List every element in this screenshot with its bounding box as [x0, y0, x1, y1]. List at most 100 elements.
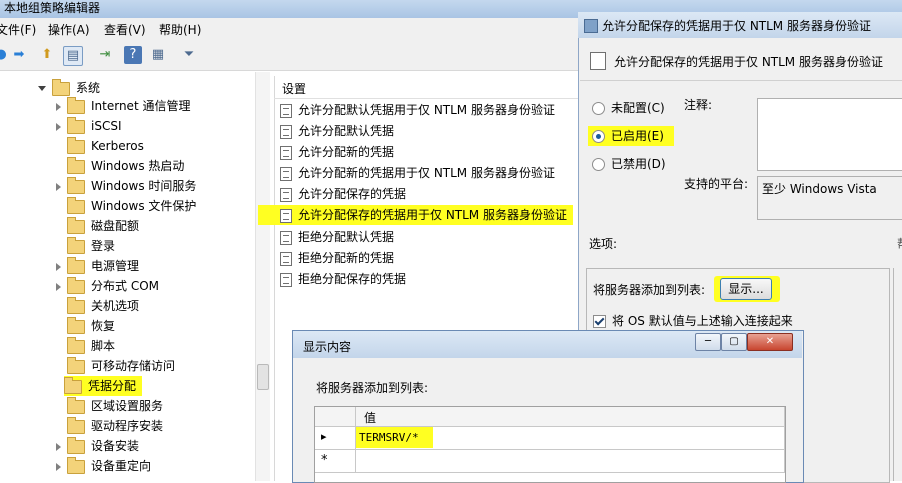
menu-view[interactable]: 查看(V)	[104, 21, 146, 38]
tree-scrollbar-thumb[interactable]	[257, 364, 269, 390]
folder-icon	[67, 396, 85, 414]
folder-icon	[52, 78, 70, 96]
settings-column-header[interactable]: 设置	[274, 76, 579, 99]
expand-arrow-icon[interactable]	[56, 262, 61, 271]
menu-action[interactable]: 操作(A)	[48, 21, 90, 38]
help-icon[interactable]: ?	[124, 46, 142, 64]
supported-platform-box: 至少 Windows Vista	[757, 176, 902, 220]
tree-item-internet-communication[interactable]: Internet 通信管理	[56, 96, 190, 116]
row-selector[interactable]: *	[315, 450, 356, 473]
tree-item-device-installation[interactable]: 设备安装	[56, 436, 139, 456]
tree-item-scripts[interactable]: 脚本	[56, 336, 115, 356]
policy-setting-icon	[280, 187, 292, 202]
value-cell[interactable]: TERMSRV/*	[356, 427, 785, 450]
settings-header-label: 设置	[282, 82, 307, 96]
tree-item-device-redirection[interactable]: 设备重定向	[56, 456, 151, 476]
folder-icon	[67, 336, 85, 354]
folder-icon	[67, 176, 85, 194]
radio-enabled[interactable]: 已启用(E)	[588, 126, 674, 146]
tree-item-disk-quota[interactable]: 磁盘配额	[56, 216, 139, 236]
properties-icon[interactable]: ▦	[149, 46, 167, 64]
comment-label: 注释:	[684, 98, 713, 112]
up-folder-icon[interactable]: ⬆	[38, 46, 56, 64]
help-label-clipped: 帮	[897, 235, 902, 252]
expand-arrow-icon[interactable]	[56, 122, 61, 131]
export-list-icon[interactable]: ⇥	[96, 46, 114, 64]
help-panel-clipped	[893, 268, 902, 481]
folder-icon	[67, 436, 85, 454]
tree-item-shutdown-options[interactable]: 关机选项	[56, 296, 139, 316]
folder-icon	[67, 96, 85, 114]
setting-item[interactable]: 允许分配保存的凭据	[280, 184, 406, 204]
collapse-arrow-icon[interactable]	[38, 86, 46, 91]
expand-arrow-icon[interactable]	[56, 102, 61, 111]
setting-item[interactable]: 拒绝分配保存的凭据	[280, 269, 406, 289]
setting-item[interactable]: 允许分配新的凭据用于仅 NTLM 服务器身份验证	[280, 163, 555, 183]
filter-icon[interactable]: ⏷	[180, 46, 198, 64]
policy-setting-icon	[280, 272, 292, 287]
close-button[interactable]: ✕	[747, 333, 793, 351]
setting-item[interactable]: 允许分配默认凭据	[280, 121, 394, 141]
checkbox-checked-icon	[593, 315, 606, 328]
tree-item-iscsi[interactable]: iSCSI	[56, 116, 122, 136]
comment-textarea[interactable]	[757, 98, 902, 171]
policy-dialog-title: 允许分配保存的凭据用于仅 NTLM 服务器身份验证	[602, 19, 871, 33]
tree-item-system[interactable]: 系统	[38, 78, 100, 98]
expand-arrow-icon[interactable]	[56, 182, 61, 191]
current-row-arrow-icon: ▸	[321, 430, 327, 443]
setting-item[interactable]: 拒绝分配新的凭据	[280, 248, 394, 268]
radio-disabled[interactable]: 已禁用(D)	[592, 156, 666, 172]
show-contents-title-bar[interactable]: 显示内容 ─ ▢ ✕	[293, 331, 802, 358]
folder-icon	[67, 316, 85, 334]
tree-scrollbar[interactable]	[255, 72, 270, 481]
new-row-asterisk-icon: *	[321, 453, 328, 468]
value-column-header[interactable]: 值	[356, 407, 785, 427]
folder-icon	[67, 116, 85, 134]
show-hide-tree-icon[interactable]: ▤	[63, 46, 83, 66]
menu-help[interactable]: 帮助(H)	[159, 21, 201, 38]
tree-item-power-management[interactable]: 电源管理	[56, 256, 139, 276]
folder-icon	[67, 356, 85, 374]
tree-item-credentials-delegation[interactable]: 凭据分配	[64, 376, 143, 396]
folder-icon	[67, 456, 85, 474]
concat-os-defaults-checkbox[interactable]: 将 OS 默认值与上述输入连接起来	[593, 312, 793, 329]
server-list-grid[interactable]: 值 ▸ TERMSRV/* *	[314, 406, 786, 483]
minimize-button[interactable]: ─	[695, 333, 721, 351]
tree-item-distributed-com[interactable]: 分布式 COM	[56, 276, 159, 296]
policy-setting-icon	[280, 145, 292, 160]
setting-item[interactable]: 允许分配默认凭据用于仅 NTLM 服务器身份验证	[280, 100, 555, 120]
folder-icon	[67, 236, 85, 254]
add-servers-label: 将服务器添加到列表:	[593, 283, 706, 297]
show-button[interactable]: 显示...	[720, 278, 772, 300]
expand-arrow-icon[interactable]	[56, 282, 61, 291]
tree-item-windows-file-protection[interactable]: Windows 文件保护	[56, 196, 196, 216]
folder-icon	[67, 256, 85, 274]
tree-item-driver-installation[interactable]: 驱动程序安装	[56, 416, 163, 436]
expand-arrow-icon[interactable]	[56, 442, 61, 451]
setting-item[interactable]: 拒绝分配默认凭据	[280, 227, 394, 247]
folder-icon	[64, 376, 82, 394]
expand-arrow-icon[interactable]	[56, 462, 61, 471]
forward-icon[interactable]: ➡	[10, 46, 28, 64]
tree-item-logon[interactable]: 登录	[56, 236, 115, 256]
tree-item-recovery[interactable]: 恢复	[56, 316, 115, 336]
policy-setting-icon	[280, 103, 292, 118]
back-icon[interactable]: ●	[0, 46, 10, 64]
menu-file[interactable]: 文件(F)	[0, 21, 36, 38]
tree-item-kerberos[interactable]: Kerberos	[56, 136, 144, 156]
tree-item-windows-hot-start[interactable]: Windows 热启动	[56, 156, 184, 176]
maximize-button[interactable]: ▢	[721, 333, 747, 351]
policy-dialog-title-bar[interactable]: 允许分配保存的凭据用于仅 NTLM 服务器身份验证	[578, 12, 902, 38]
grid-corner	[315, 407, 356, 427]
navigation-tree: 系统 Internet 通信管理 iSCSI Kerberos Windows …	[0, 72, 255, 481]
new-value-cell[interactable]	[356, 450, 785, 473]
tree-item-removable-storage[interactable]: 可移动存储访问	[56, 356, 175, 376]
folder-icon	[67, 216, 85, 234]
setting-item-selected[interactable]: 允许分配保存的凭据用于仅 NTLM 服务器身份验证	[258, 205, 573, 225]
policy-setting-large-icon	[590, 52, 606, 70]
setting-item[interactable]: 允许分配新的凭据	[280, 142, 394, 162]
row-selector[interactable]: ▸	[315, 427, 356, 450]
tree-item-locale-services[interactable]: 区域设置服务	[56, 396, 163, 416]
radio-not-configured[interactable]: 未配置(C)	[592, 100, 665, 116]
tree-item-windows-time-service[interactable]: Windows 时间服务	[56, 176, 196, 196]
